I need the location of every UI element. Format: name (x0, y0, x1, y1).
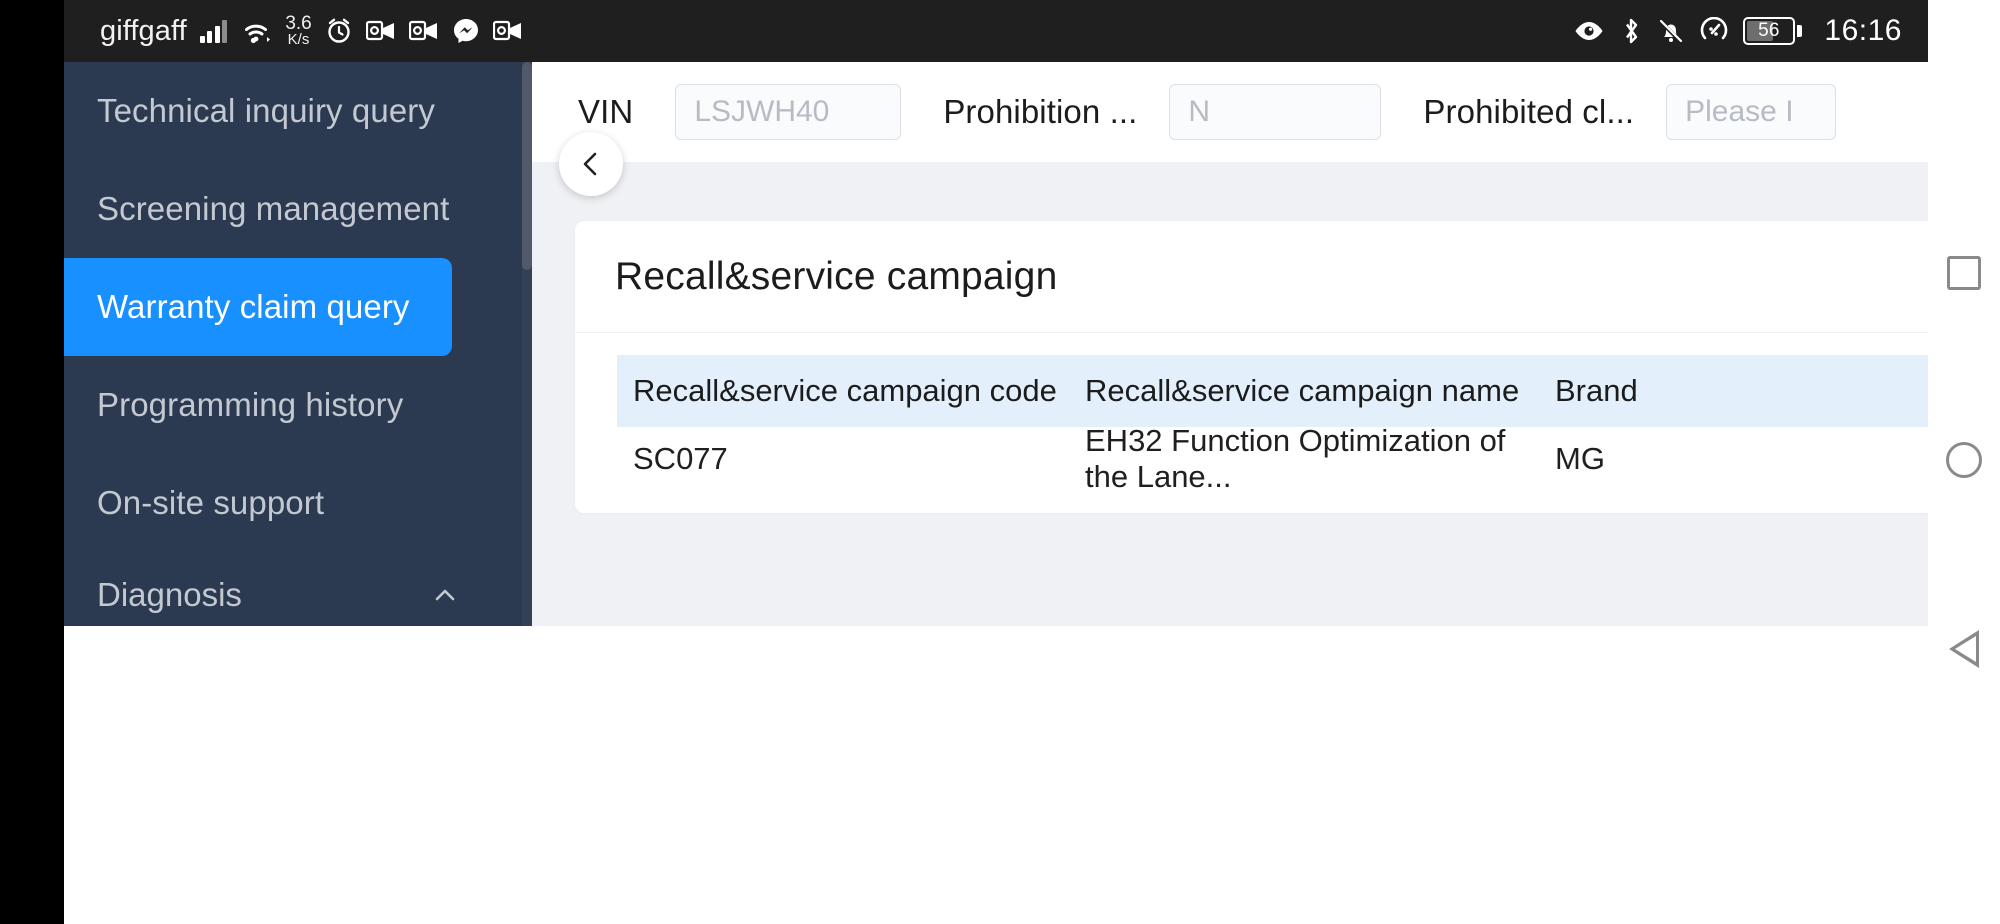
column-header-brand: Brand (1555, 373, 1638, 408)
sidebar-scrollbar-thumb[interactable] (522, 62, 532, 270)
filter-bar: VIN LSJWH40 Prohibition ... N Prohibited… (532, 62, 1928, 162)
app-viewport: giffgaff 3.6 K/s 56 16:16 Technical inqu… (64, 0, 1928, 626)
sidebar-scrollbar-track[interactable] (522, 62, 532, 626)
outlook-icon (408, 19, 439, 43)
bottom-blank-area (64, 626, 1928, 924)
outlook-icon (492, 19, 523, 43)
collapse-sidebar-button[interactable] (559, 132, 623, 196)
signal-bars-icon (199, 19, 228, 43)
battery-level-label: 56 (1758, 20, 1780, 41)
cell-campaign-name: EH32 Function Optimization of the Lane..… (1085, 423, 1506, 494)
status-bar-left: giffgaff 3.6 K/s (100, 14, 523, 48)
sidebar-item-label: Warranty claim query (97, 288, 410, 325)
cell-campaign-code: SC077 (633, 441, 728, 476)
column-header-campaign-name: Recall&service campaign name (1085, 373, 1520, 408)
sidebar-item-label: Screening management (97, 190, 450, 227)
screen-root: giffgaff 3.6 K/s 56 16:16 Technical inqu… (0, 0, 2000, 924)
sidebar: Technical inquiry query Screening manage… (64, 62, 532, 626)
cell-brand: MG (1555, 441, 1605, 476)
network-speed-indicator: 3.6 K/s (285, 14, 311, 48)
table-horizontal-scrollbar-track[interactable] (617, 513, 1928, 514)
outlook-icon (365, 19, 396, 43)
main-content: VIN LSJWH40 Prohibition ... N Prohibited… (532, 62, 1928, 626)
sidebar-group-diagnosis[interactable]: Diagnosis (64, 564, 522, 626)
vin-input[interactable]: LSJWH40 (675, 84, 902, 140)
bell-off-icon (1657, 17, 1685, 45)
recents-square-icon[interactable] (1947, 256, 1981, 290)
eye-icon (1573, 20, 1605, 42)
sidebar-item-warranty-claim-query[interactable]: Warranty claim query (64, 258, 452, 356)
network-speed-unit: K/s (287, 30, 310, 48)
prohibition-input[interactable]: N (1169, 84, 1382, 140)
sidebar-item-label: Programming history (97, 386, 404, 423)
table-horizontal-scrollbar-thumb[interactable] (639, 513, 1035, 514)
campaign-table: Recall&service campaign code Recall&serv… (575, 333, 1928, 494)
chevron-up-icon (432, 582, 458, 608)
data-saver-icon (1700, 17, 1728, 45)
left-bezel (0, 0, 64, 924)
filter-label-vin: VIN (578, 93, 634, 130)
system-navigation-bar (1928, 0, 2000, 924)
sidebar-item-programming-history[interactable]: Programming history (64, 356, 532, 454)
home-circle-icon[interactable] (1946, 442, 1982, 478)
carrier-label: giffgaff (100, 14, 187, 47)
recall-service-campaign-card: Recall&service campaign Recall&service c… (574, 220, 1928, 514)
column-header-campaign-code: Recall&service campaign code (633, 373, 1057, 408)
filter-label-prohibited-class: Prohibited cl... (1423, 93, 1635, 130)
sidebar-item-technical-inquiry-query[interactable]: Technical inquiry query (64, 62, 532, 160)
alarm-clock-icon (325, 17, 353, 45)
table-row[interactable]: SC077 EH32 Function Optimization of the … (617, 423, 1928, 494)
card-title: Recall&service campaign (575, 221, 1928, 333)
sidebar-item-label: Technical inquiry query (97, 92, 435, 129)
sidebar-group-label: Diagnosis (97, 576, 242, 613)
bluetooth-icon (1620, 16, 1642, 46)
chevron-left-icon (576, 149, 606, 179)
clock-label: 16:16 (1824, 14, 1902, 47)
filter-label-prohibition: Prohibition ... (943, 93, 1138, 130)
messenger-icon (452, 17, 480, 45)
prohibited-class-input[interactable]: Please I (1666, 84, 1837, 140)
battery-icon: 56 (1742, 17, 1803, 45)
back-triangle-icon[interactable] (1949, 630, 1979, 668)
status-bar-right: 56 16:16 (1573, 14, 1902, 48)
status-bar: giffgaff 3.6 K/s 56 16:16 (64, 0, 1928, 62)
sidebar-item-screening-management[interactable]: Screening management (64, 160, 532, 258)
table-header-row: Recall&service campaign code Recall&serv… (617, 355, 1928, 427)
sidebar-item-on-site-support[interactable]: On-site support (64, 454, 532, 552)
sidebar-item-label: On-site support (97, 484, 325, 521)
wifi-icon (240, 18, 272, 44)
